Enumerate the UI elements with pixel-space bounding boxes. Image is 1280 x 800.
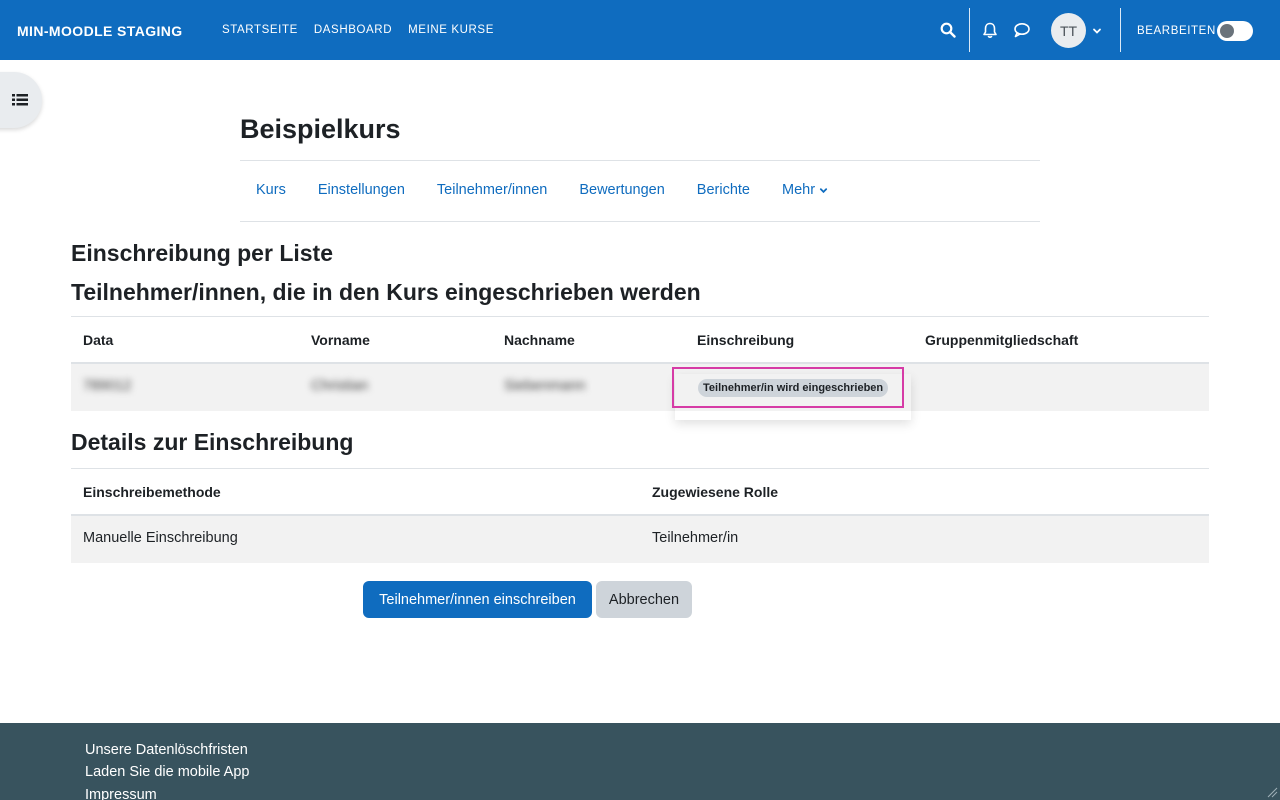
table-row: Manuelle Einschreibung Teilnehmer/in — [71, 516, 1209, 563]
table-row: 789012 Christian Siebenmann Teilnehmer/i… — [71, 364, 1209, 411]
navbar-divider — [1120, 8, 1121, 52]
tab-mehr[interactable]: Mehr — [782, 182, 828, 198]
heading-teilnehmer: Teilnehmer/innen, die in den Kurs einges… — [71, 279, 701, 305]
column-header: Vorname — [311, 332, 370, 348]
column-header: Data — [83, 332, 114, 348]
tab-einstellungen[interactable]: Einstellungen — [318, 182, 405, 198]
column-header: Zugewiesene Rolle — [652, 484, 779, 500]
tab-mehr-label: Mehr — [782, 182, 816, 198]
column-header: Gruppenmitgliedschaft — [925, 332, 1079, 348]
tab-bewertungen[interactable]: Bewertungen — [579, 182, 664, 198]
cell-rolle: Teilnehmer/in — [652, 530, 739, 546]
footer-link-impressum[interactable]: Impressum — [85, 787, 157, 800]
cell-nachname: Siebenmann — [504, 378, 586, 394]
highlight-box — [672, 367, 904, 408]
cell-vorname: Christian — [311, 378, 369, 394]
enrol-button[interactable]: Teilnehmer/innen einschreiben — [363, 581, 592, 618]
secondary-navigation: Kurs Einstellungen Teilnehmer/innen Bewe… — [256, 182, 828, 198]
navbar-divider — [969, 8, 970, 52]
avatar[interactable]: TT — [1051, 13, 1086, 48]
column-header: Einschreibung — [697, 332, 795, 348]
search-icon[interactable] — [937, 19, 959, 41]
top-navbar: MIN-MOODLE STAGING STARTSEITE DASHBOARD … — [0, 0, 1280, 60]
header-divider — [240, 160, 1040, 161]
resize-grip-icon[interactable] — [1266, 786, 1278, 798]
details-table: Einschreibemethode Zugewiesene Rolle Man… — [71, 468, 1209, 563]
column-header: Einschreibemethode — [83, 484, 221, 500]
table-header: Data Vorname Nachname Einschreibung Grup… — [71, 316, 1209, 364]
tab-kurs[interactable]: Kurs — [256, 182, 286, 198]
list-icon — [12, 94, 28, 106]
footer-link-mobile-app[interactable]: Laden Sie die mobile App — [85, 764, 249, 780]
participants-table: Data Vorname Nachname Einschreibung Grup… — [71, 316, 1209, 411]
edit-mode-toggle[interactable] — [1217, 21, 1253, 41]
table-header: Einschreibemethode Zugewiesene Rolle — [71, 468, 1209, 516]
cancel-button[interactable]: Abbrechen — [596, 581, 692, 618]
nav-startseite[interactable]: STARTSEITE — [222, 24, 298, 36]
nav-dashboard[interactable]: DASHBOARD — [314, 24, 392, 36]
cell-data: 789012 — [83, 378, 132, 394]
page-footer: Unsere Datenlöschfristen Laden Sie die m… — [0, 723, 1280, 800]
chevron-down-icon[interactable] — [1092, 23, 1102, 41]
edit-mode-label: BEARBEITEN — [1137, 25, 1216, 37]
tab-teilnehmer[interactable]: Teilnehmer/innen — [437, 182, 547, 198]
page-title: Beispielkurs — [240, 114, 401, 144]
heading-einschreibung: Einschreibung per Liste — [71, 240, 333, 266]
heading-details: Details zur Einschreibung — [71, 429, 354, 455]
site-brand[interactable]: MIN-MOODLE STAGING — [17, 23, 183, 39]
footer-link-datenloeschfristen[interactable]: Unsere Datenlöschfristen — [85, 742, 248, 758]
toggle-knob — [1220, 24, 1234, 38]
nav-meine-kurse[interactable]: MEINE KURSE — [408, 24, 494, 36]
course-index-toggle[interactable] — [0, 72, 42, 128]
bell-icon[interactable] — [979, 19, 1001, 41]
column-header: Nachname — [504, 332, 575, 348]
tab-berichte[interactable]: Berichte — [697, 182, 750, 198]
chevron-down-icon — [819, 187, 828, 193]
tabs-divider — [240, 221, 1040, 222]
chat-icon[interactable] — [1011, 19, 1033, 41]
primary-navigation: STARTSEITE DASHBOARD MEINE KURSE — [222, 24, 494, 36]
cell-methode: Manuelle Einschreibung — [83, 530, 238, 546]
